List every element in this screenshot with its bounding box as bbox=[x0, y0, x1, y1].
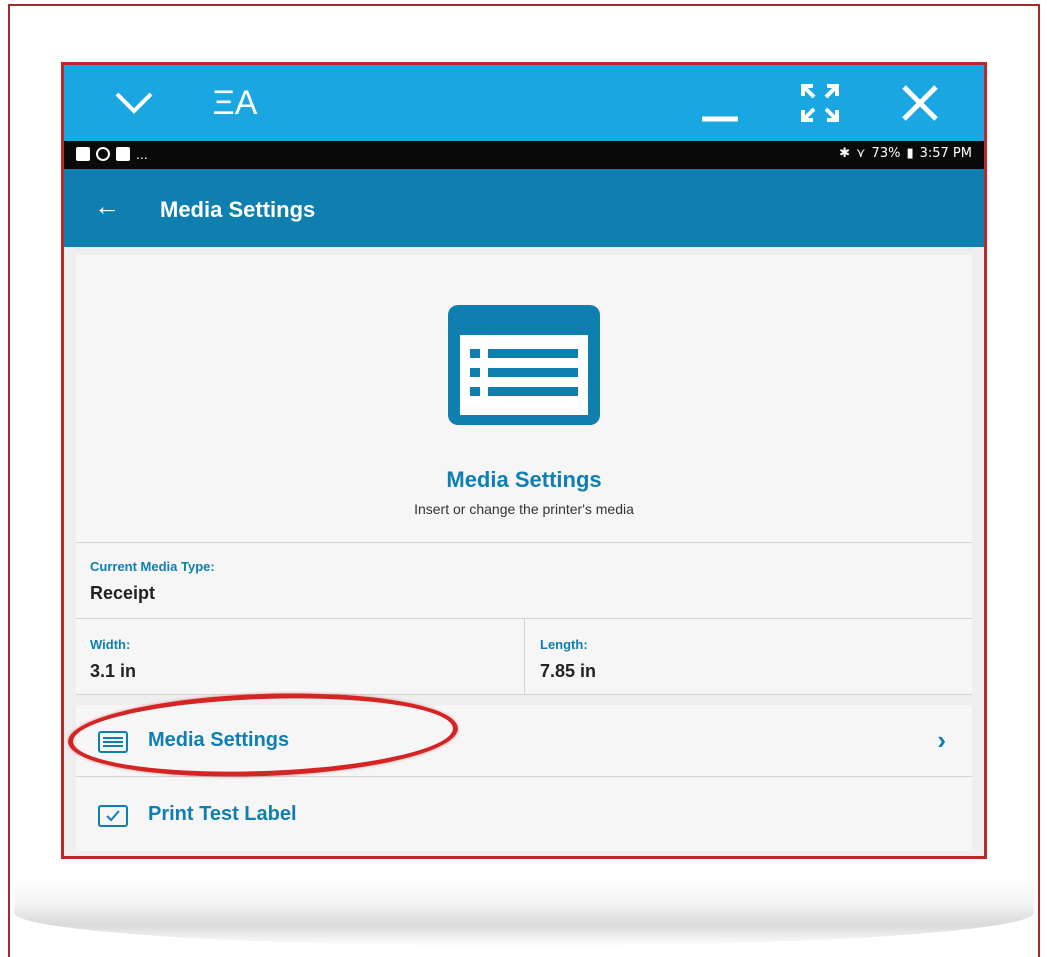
checkbox-icon bbox=[98, 805, 128, 827]
hero-title: Media Settings bbox=[446, 467, 602, 492]
media-dimensions-row: Width: 3.1 in Length: 7.85 in bbox=[76, 619, 972, 695]
media-type-label: Current Media Type: bbox=[90, 559, 215, 574]
current-media-type-row: Current Media Type: Receipt bbox=[76, 543, 972, 619]
menu-item-label: Print Test Label bbox=[148, 803, 297, 825]
length-label: Length: bbox=[540, 637, 588, 652]
width-value: 3.1 in bbox=[90, 661, 137, 681]
media-type-value: Receipt bbox=[90, 583, 156, 603]
dimension-divider bbox=[524, 619, 525, 694]
hero-subtitle: Insert or change the printer's media bbox=[414, 501, 634, 517]
length-value: 7.85 in bbox=[540, 661, 597, 681]
width-label: Width: bbox=[90, 637, 131, 652]
media-list-icon bbox=[448, 305, 600, 425]
frame-shadow bbox=[14, 876, 1034, 946]
chevron-right-icon: › bbox=[937, 725, 946, 755]
menu-item-print-test-label[interactable]: Print Test Label bbox=[76, 779, 972, 851]
media-settings-hero: Media Settings Insert or change the prin… bbox=[76, 255, 972, 543]
